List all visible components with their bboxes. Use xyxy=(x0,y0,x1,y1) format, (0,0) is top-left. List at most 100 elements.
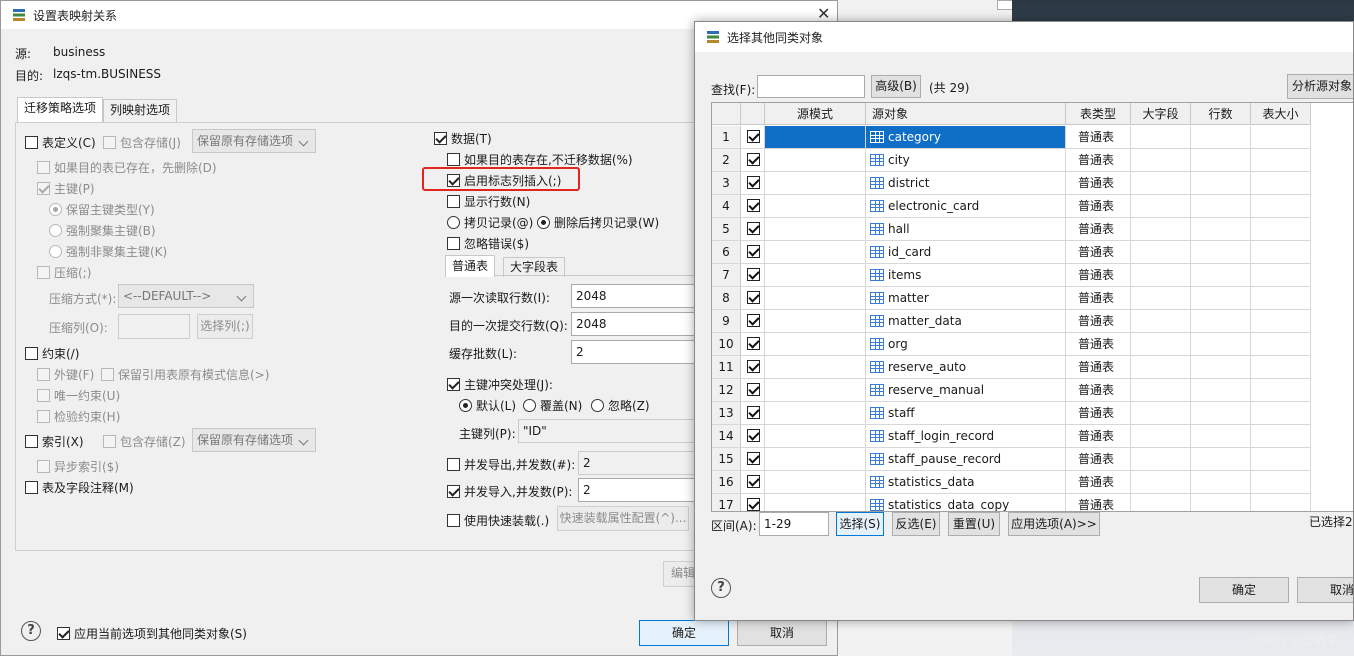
data-option[interactable]: 数据(T) xyxy=(434,130,492,147)
row-checkbox-cell[interactable] xyxy=(741,287,765,310)
ignore-errors-option[interactable]: 忽略错误($) xyxy=(447,235,529,252)
row-checkbox[interactable] xyxy=(747,176,760,189)
drop-if-exists-checkbox[interactable] xyxy=(37,161,50,174)
pk-conflict-option[interactable]: 主键冲突处理(J): xyxy=(447,376,553,393)
row-checkbox-cell[interactable] xyxy=(741,494,765,511)
source-object-cell[interactable]: staff_login_record xyxy=(866,425,1066,448)
source-object-cell[interactable]: id_card xyxy=(866,241,1066,264)
primary-key-checkbox[interactable] xyxy=(37,182,50,195)
show-rows-option[interactable]: 显示行数(N) xyxy=(447,193,530,210)
pk-col-input[interactable]: "ID" xyxy=(518,419,701,443)
tab-column-mapping[interactable]: 列映射选项 xyxy=(103,99,178,122)
copy-records-option[interactable]: 拷贝记录(@) xyxy=(447,214,533,231)
row-checkbox-cell[interactable] xyxy=(741,471,765,494)
show-rows-checkbox[interactable] xyxy=(447,195,460,208)
unique-checkbox[interactable] xyxy=(37,389,50,402)
source-object-cell[interactable]: statistics_data_copy xyxy=(866,494,1066,511)
fast-load-option[interactable]: 使用快速装载(.) xyxy=(447,512,549,529)
storage2-select[interactable]: 保留原有存储选项 xyxy=(192,428,316,452)
row-checkbox[interactable] xyxy=(747,360,760,373)
select-button[interactable]: 选择(S) xyxy=(836,512,884,536)
row-checkbox-cell[interactable] xyxy=(741,448,765,471)
source-object-cell[interactable]: district xyxy=(866,172,1066,195)
apply-all-checkbox[interactable] xyxy=(57,627,70,640)
row-checkbox[interactable] xyxy=(747,383,760,396)
find-input[interactable] xyxy=(757,75,865,98)
source-object-cell[interactable]: statistics_data xyxy=(866,471,1066,494)
help-icon[interactable]: ? xyxy=(21,621,41,641)
ignore-radio[interactable] xyxy=(591,399,604,412)
header-table-type[interactable]: 表类型 xyxy=(1066,103,1131,125)
source-schema-cell[interactable] xyxy=(765,241,866,264)
row-checkbox-cell[interactable] xyxy=(741,425,765,448)
async-index-option[interactable]: 异步索引($) xyxy=(37,458,119,475)
force-nonclustered-option[interactable]: 强制非聚集主键(K) xyxy=(49,243,167,260)
row-checkbox[interactable] xyxy=(747,452,760,465)
source-object-cell[interactable]: org xyxy=(866,333,1066,356)
row-checkbox-cell[interactable] xyxy=(741,379,765,402)
keep-pk-type-option[interactable]: 保留主键类型(Y) xyxy=(49,201,155,218)
unique-option[interactable]: 唯一约束(U) xyxy=(37,387,120,404)
row-checkbox[interactable] xyxy=(747,429,760,442)
tab-migration-strategy[interactable]: 迁移策略选项 xyxy=(17,97,104,123)
include-storage2-option[interactable]: 包含存储(Z) xyxy=(103,433,186,450)
row-checkbox-cell[interactable] xyxy=(741,264,765,287)
source-schema-cell[interactable] xyxy=(765,149,866,172)
index-option[interactable]: 索引(X) xyxy=(25,433,84,450)
header-source-object[interactable]: 源对象 xyxy=(866,103,1066,125)
subtab-normal[interactable]: 普通表 xyxy=(445,255,496,277)
source-schema-cell[interactable] xyxy=(765,471,866,494)
source-object-cell[interactable]: reserve_auto xyxy=(866,356,1066,379)
row-checkbox[interactable] xyxy=(747,406,760,419)
overwrite-radio[interactable] xyxy=(523,399,536,412)
subtab-large[interactable]: 大字段表 xyxy=(503,257,566,277)
row-checkbox[interactable] xyxy=(747,153,760,166)
include-storage-checkbox[interactable] xyxy=(103,136,116,149)
force-nonclustered-radio[interactable] xyxy=(49,245,62,258)
apply-all-option[interactable]: 应用当前选项到其他同类对象(S) xyxy=(57,625,247,642)
overwrite-option[interactable]: 覆盖(N) xyxy=(523,397,582,414)
constraints-checkbox[interactable] xyxy=(25,347,38,360)
source-schema-cell[interactable] xyxy=(765,287,866,310)
table-def-checkbox[interactable] xyxy=(25,136,38,149)
ok-button[interactable]: 确定 xyxy=(639,620,729,646)
index-checkbox[interactable] xyxy=(25,435,38,448)
comments-option[interactable]: 表及字段注释(M) xyxy=(25,479,134,496)
row-checkbox-cell[interactable] xyxy=(741,356,765,379)
header-large-field[interactable]: 大字段 xyxy=(1131,103,1191,125)
ignore-errors-checkbox[interactable] xyxy=(447,237,460,250)
source-object-cell[interactable]: city xyxy=(866,149,1066,172)
help-icon[interactable]: ? xyxy=(711,578,731,598)
source-schema-cell[interactable] xyxy=(765,494,866,511)
skip-if-exists-checkbox[interactable] xyxy=(447,153,460,166)
row-checkbox[interactable] xyxy=(747,314,760,327)
source-object-cell[interactable]: category xyxy=(866,126,1066,149)
comments-checkbox[interactable] xyxy=(25,481,38,494)
keep-ref-schema-option[interactable]: 保留引用表原有模式信息(>) xyxy=(101,366,269,383)
source-schema-cell[interactable] xyxy=(765,425,866,448)
table-def-option[interactable]: 表定义(C) xyxy=(25,134,96,151)
row-checkbox[interactable] xyxy=(747,222,760,235)
source-object-cell[interactable]: items xyxy=(866,264,1066,287)
source-schema-cell[interactable] xyxy=(765,126,866,149)
keep-ref-schema-checkbox[interactable] xyxy=(101,368,114,381)
check-option[interactable]: 检验约束(H) xyxy=(37,408,120,425)
source-schema-cell[interactable] xyxy=(765,356,866,379)
source-schema-cell[interactable] xyxy=(765,172,866,195)
row-checkbox[interactable] xyxy=(747,475,760,488)
source-schema-cell[interactable] xyxy=(765,195,866,218)
compress-checkbox[interactable] xyxy=(37,266,50,279)
row-checkbox-cell[interactable] xyxy=(741,310,765,333)
default-option[interactable]: 默认(L) xyxy=(459,397,516,414)
fast-load-checkbox[interactable] xyxy=(447,514,460,527)
row-checkbox-cell[interactable] xyxy=(741,126,765,149)
source-schema-cell[interactable] xyxy=(765,218,866,241)
source-object-cell[interactable]: matter xyxy=(866,287,1066,310)
row-checkbox[interactable] xyxy=(747,337,760,350)
reset-button[interactable]: 重置(U) xyxy=(948,512,1000,536)
row-checkbox[interactable] xyxy=(747,245,760,258)
row-checkbox-cell[interactable] xyxy=(741,241,765,264)
header-source-schema[interactable]: 源模式 xyxy=(765,103,866,125)
source-schema-cell[interactable] xyxy=(765,448,866,471)
copy-records-radio[interactable] xyxy=(447,216,460,229)
